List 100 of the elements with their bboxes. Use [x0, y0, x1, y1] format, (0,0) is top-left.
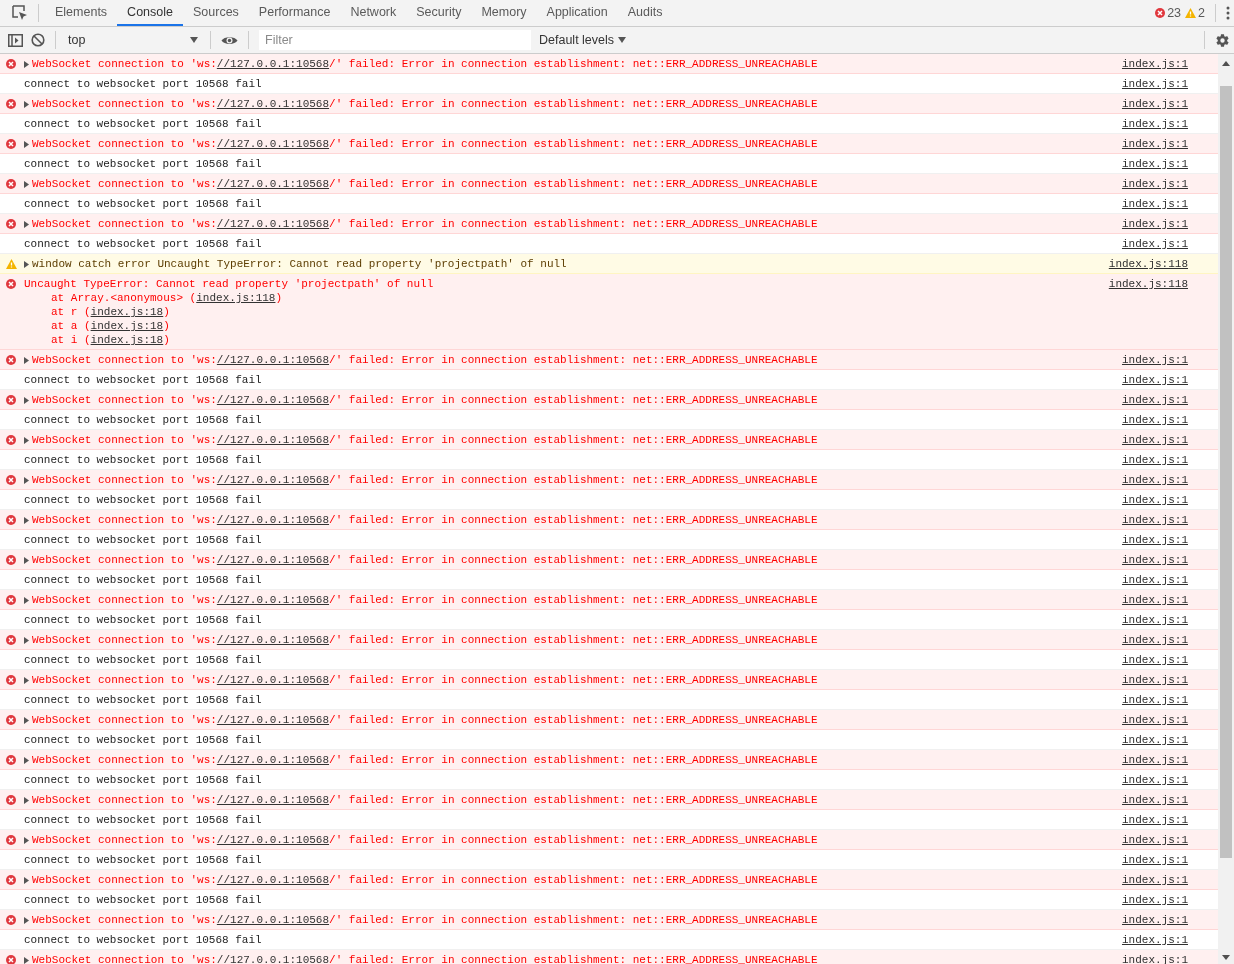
source-link[interactable]: index.js:118 — [196, 292, 276, 304]
url-link[interactable]: //127.0.0.1:10568 — [216, 633, 330, 647]
context-select[interactable]: top — [62, 29, 204, 51]
source-link[interactable]: index.js:1 — [1122, 217, 1188, 231]
url-link[interactable]: //127.0.0.1:10568 — [216, 177, 330, 191]
source-link[interactable]: index.js:1 — [1122, 853, 1188, 867]
source-link[interactable]: index.js:1 — [1122, 197, 1188, 211]
source-link[interactable]: index.js:118 — [1108, 257, 1188, 271]
log-levels-dropdown[interactable]: Default levels — [535, 33, 631, 47]
source-link[interactable]: index.js:1 — [1122, 613, 1188, 627]
source-link[interactable]: index.js:1 — [1122, 873, 1188, 887]
url-link[interactable]: //127.0.0.1:10568 — [216, 793, 330, 807]
source-link[interactable]: index.js:1 — [1122, 913, 1188, 927]
source-link[interactable]: index.js:1 — [1122, 733, 1188, 747]
expand-triangle-icon[interactable] — [24, 516, 29, 524]
url-link[interactable]: //127.0.0.1:10568 — [216, 553, 330, 567]
source-link[interactable]: index.js:1 — [1122, 117, 1188, 131]
panel-tab[interactable]: Application — [536, 0, 618, 26]
source-link[interactable]: index.js:1 — [1122, 97, 1188, 111]
expand-triangle-icon[interactable] — [24, 100, 29, 108]
source-link[interactable]: index.js:1 — [1122, 373, 1188, 387]
scrollbar-thumb[interactable] — [1220, 86, 1232, 858]
source-link[interactable]: index.js:1 — [1122, 453, 1188, 467]
expand-triangle-icon[interactable] — [24, 756, 29, 764]
source-link[interactable]: index.js:1 — [1122, 137, 1188, 151]
source-link[interactable]: index.js:118 — [1108, 277, 1188, 291]
expand-triangle-icon[interactable] — [24, 220, 29, 228]
source-link[interactable]: index.js:18 — [90, 306, 164, 318]
source-link[interactable]: index.js:1 — [1122, 633, 1188, 647]
source-link[interactable]: index.js:1 — [1122, 693, 1188, 707]
url-link[interactable]: //127.0.0.1:10568 — [216, 953, 330, 964]
url-link[interactable]: //127.0.0.1:10568 — [216, 217, 330, 231]
source-link[interactable]: index.js:1 — [1122, 553, 1188, 567]
source-link[interactable]: index.js:1 — [1122, 793, 1188, 807]
panel-tab[interactable]: Elements — [45, 0, 118, 26]
expand-triangle-icon[interactable] — [24, 676, 29, 684]
url-link[interactable]: //127.0.0.1:10568 — [216, 673, 330, 687]
source-link[interactable]: index.js:18 — [90, 320, 164, 332]
source-link[interactable]: index.js:1 — [1122, 713, 1188, 727]
url-link[interactable]: //127.0.0.1:10568 — [216, 833, 330, 847]
url-link[interactable]: //127.0.0.1:10568 — [216, 393, 330, 407]
source-link[interactable]: index.js:1 — [1122, 433, 1188, 447]
expand-triangle-icon[interactable] — [24, 876, 29, 884]
source-link[interactable]: index.js:1 — [1122, 513, 1188, 527]
source-link[interactable]: index.js:1 — [1122, 393, 1188, 407]
url-link[interactable]: //127.0.0.1:10568 — [216, 353, 330, 367]
expand-triangle-icon[interactable] — [24, 180, 29, 188]
source-link[interactable]: index.js:1 — [1122, 773, 1188, 787]
source-link[interactable]: index.js:1 — [1122, 653, 1188, 667]
panel-tab[interactable]: Network — [340, 0, 407, 26]
expand-triangle-icon[interactable] — [24, 716, 29, 724]
source-link[interactable]: index.js:1 — [1122, 893, 1188, 907]
source-link[interactable]: index.js:1 — [1122, 413, 1188, 427]
source-link[interactable]: index.js:1 — [1122, 813, 1188, 827]
url-link[interactable]: //127.0.0.1:10568 — [216, 873, 330, 887]
expand-triangle-icon[interactable] — [24, 636, 29, 644]
panel-tab[interactable]: Memory — [471, 0, 537, 26]
expand-triangle-icon[interactable] — [24, 396, 29, 404]
expand-triangle-icon[interactable] — [24, 60, 29, 68]
expand-triangle-icon[interactable] — [24, 916, 29, 924]
url-link[interactable]: //127.0.0.1:10568 — [216, 593, 330, 607]
expand-triangle-icon[interactable] — [24, 596, 29, 604]
source-link[interactable]: index.js:1 — [1122, 533, 1188, 547]
expand-triangle-icon[interactable] — [24, 140, 29, 148]
source-link[interactable]: index.js:1 — [1122, 673, 1188, 687]
source-link[interactable]: index.js:1 — [1122, 157, 1188, 171]
scroll-down-icon[interactable] — [1222, 955, 1230, 960]
filter-field[interactable]: Filter — [259, 30, 531, 50]
panel-tab[interactable]: Sources — [183, 0, 249, 26]
url-link[interactable]: //127.0.0.1:10568 — [216, 57, 330, 71]
scrollbar[interactable] — [1218, 54, 1234, 964]
source-link[interactable]: index.js:1 — [1122, 177, 1188, 191]
url-link[interactable]: //127.0.0.1:10568 — [216, 713, 330, 727]
expand-triangle-icon[interactable] — [24, 836, 29, 844]
expand-triangle-icon[interactable] — [24, 476, 29, 484]
expand-triangle-icon[interactable] — [24, 260, 29, 268]
url-link[interactable]: //127.0.0.1:10568 — [216, 913, 330, 927]
source-link[interactable]: index.js:1 — [1122, 833, 1188, 847]
expand-triangle-icon[interactable] — [24, 436, 29, 444]
url-link[interactable]: //127.0.0.1:10568 — [216, 753, 330, 767]
source-link[interactable]: index.js:1 — [1122, 573, 1188, 587]
expand-triangle-icon[interactable] — [24, 356, 29, 364]
source-link[interactable]: index.js:1 — [1122, 933, 1188, 947]
source-link[interactable]: index.js:1 — [1122, 593, 1188, 607]
url-link[interactable]: //127.0.0.1:10568 — [216, 433, 330, 447]
expand-triangle-icon[interactable] — [24, 796, 29, 804]
source-link[interactable]: index.js:1 — [1122, 57, 1188, 71]
panel-tab[interactable]: Performance — [248, 0, 341, 26]
source-link[interactable]: index.js:1 — [1122, 237, 1188, 251]
source-link[interactable]: index.js:18 — [90, 334, 164, 346]
panel-tab[interactable]: Security — [406, 0, 472, 26]
url-link[interactable]: //127.0.0.1:10568 — [216, 513, 330, 527]
source-link[interactable]: index.js:1 — [1122, 753, 1188, 767]
source-link[interactable]: index.js:1 — [1122, 77, 1188, 91]
source-link[interactable]: index.js:1 — [1122, 473, 1188, 487]
expand-triangle-icon[interactable] — [24, 956, 29, 964]
expand-triangle-icon[interactable] — [24, 556, 29, 564]
scroll-up-icon[interactable] — [1222, 61, 1230, 66]
panel-tab[interactable]: Audits — [617, 0, 673, 26]
url-link[interactable]: //127.0.0.1:10568 — [216, 97, 330, 111]
